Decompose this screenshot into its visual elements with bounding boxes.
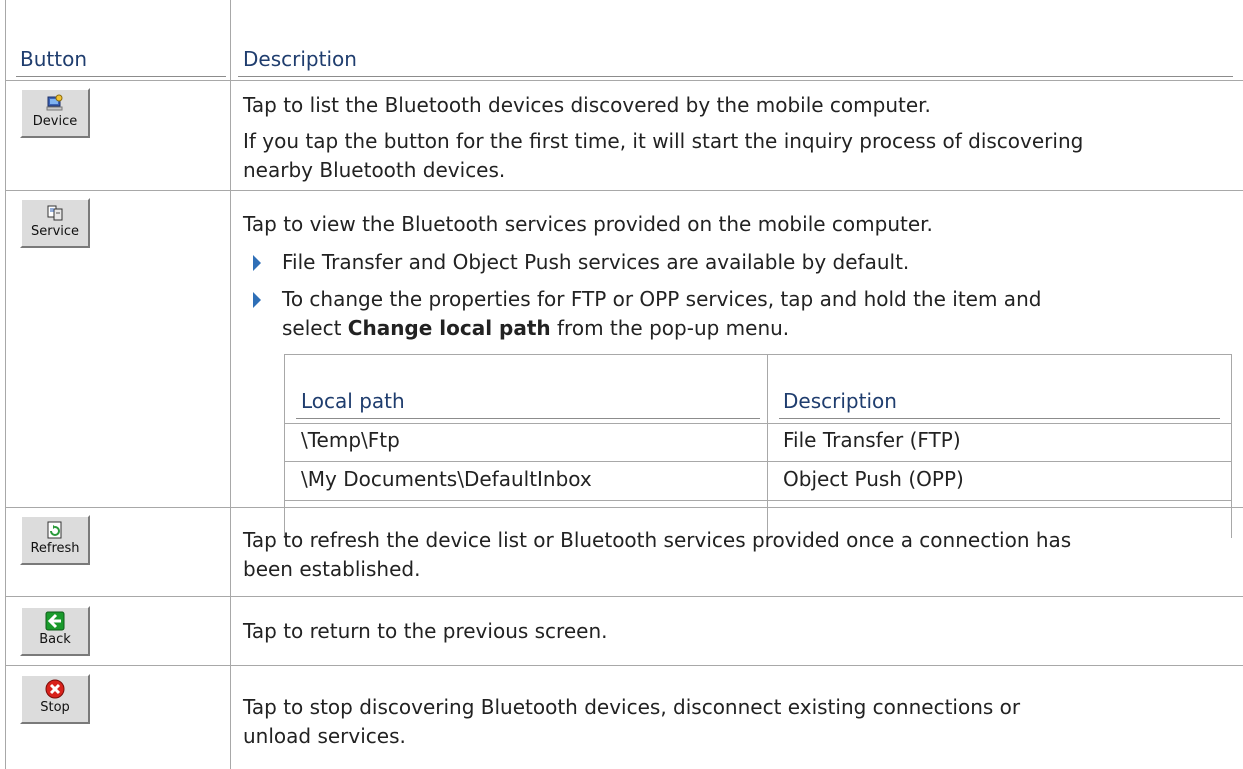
service-bullet-1: File Transfer and Object Push services a… xyxy=(282,250,910,274)
stop-desc-line1: Tap to stop discovering Bluetooth device… xyxy=(243,695,1021,719)
service-button[interactable]: Service xyxy=(20,198,90,248)
inner-cell-path-2: \My Documents\DefaultInbox xyxy=(301,467,592,491)
device-desc-line3: nearby Bluetooth devices. xyxy=(243,158,506,182)
back-arrow-icon xyxy=(45,611,65,631)
inner-table-bottom xyxy=(284,500,1231,501)
inner-cell-desc-2: Object Push (OPP) xyxy=(783,467,964,491)
bullet-icon xyxy=(253,255,261,271)
stop-button[interactable]: Stop xyxy=(20,674,90,724)
inner-table-right xyxy=(1231,354,1232,538)
refresh-description: Tap to refresh the device list or Blueto… xyxy=(243,526,1243,584)
stop-button-label: Stop xyxy=(40,700,70,715)
inner-header-underline-1 xyxy=(296,418,760,419)
row-divider xyxy=(5,596,1243,597)
service-bullet-2-post: from the pop-up menu. xyxy=(550,316,790,340)
header-underline-button xyxy=(16,76,226,77)
device-desc-line1: Tap to list the Bluetooth devices discov… xyxy=(243,93,931,117)
service-description: Tap to view the Bluetooth services provi… xyxy=(243,212,933,236)
service-button-label: Service xyxy=(30,224,80,239)
stop-icon xyxy=(45,679,65,699)
service-bullet-2-pre: select xyxy=(282,316,348,340)
refresh-button[interactable]: Refresh xyxy=(20,515,90,565)
row-divider xyxy=(5,507,1243,508)
stop-description: Tap to stop discovering Bluetooth device… xyxy=(243,693,1243,751)
header-button: Button xyxy=(20,47,87,71)
refresh-desc-line2: been established. xyxy=(243,557,421,581)
device-button-label: Device xyxy=(32,114,78,129)
refresh-icon xyxy=(45,520,65,540)
inner-cell-path-1: \Temp\Ftp xyxy=(301,428,400,452)
refresh-button-label: Refresh xyxy=(30,541,80,556)
service-bullet-2-line1: To change the properties for FTP or OPP … xyxy=(282,287,1042,311)
device-description: Tap to list the Bluetooth devices discov… xyxy=(243,91,1243,185)
bullet-icon xyxy=(253,292,261,308)
outer-left-border xyxy=(5,0,6,769)
inner-row-divider xyxy=(284,423,1231,424)
back-button[interactable]: Back xyxy=(20,606,90,656)
row-divider xyxy=(5,665,1243,666)
inner-header-description: Description xyxy=(783,389,897,413)
row-divider xyxy=(5,190,1243,191)
device-button[interactable]: Device xyxy=(20,88,90,138)
back-button-label: Back xyxy=(39,632,71,647)
inner-row-divider xyxy=(284,461,1231,462)
column-divider xyxy=(230,0,231,769)
header-row-bottom xyxy=(5,80,1243,81)
service-bullet-2-line2: select Change local path from the pop-up… xyxy=(282,314,1231,343)
computer-icon xyxy=(45,93,65,113)
stop-desc-line2: unload services. xyxy=(243,724,406,748)
refresh-desc-line1: Tap to refresh the device list or Blueto… xyxy=(243,528,1072,552)
inner-header-underline-2 xyxy=(779,418,1220,419)
inner-header-local-path: Local path xyxy=(301,389,405,413)
service-bullet-2: To change the properties for FTP or OPP … xyxy=(282,285,1231,343)
header-underline-description xyxy=(238,76,1233,77)
inner-table-top xyxy=(284,354,1231,355)
header-description: Description xyxy=(243,47,357,71)
back-description: Tap to return to the previous screen. xyxy=(243,619,608,643)
service-bullet-2-bold: Change local path xyxy=(347,316,551,340)
inner-table-left xyxy=(284,354,285,538)
inner-table-mid xyxy=(767,354,768,538)
inner-cell-desc-1: File Transfer (FTP) xyxy=(783,428,961,452)
device-desc-line2: If you tap the button for the first time… xyxy=(243,129,1084,153)
service-icon xyxy=(45,203,65,223)
